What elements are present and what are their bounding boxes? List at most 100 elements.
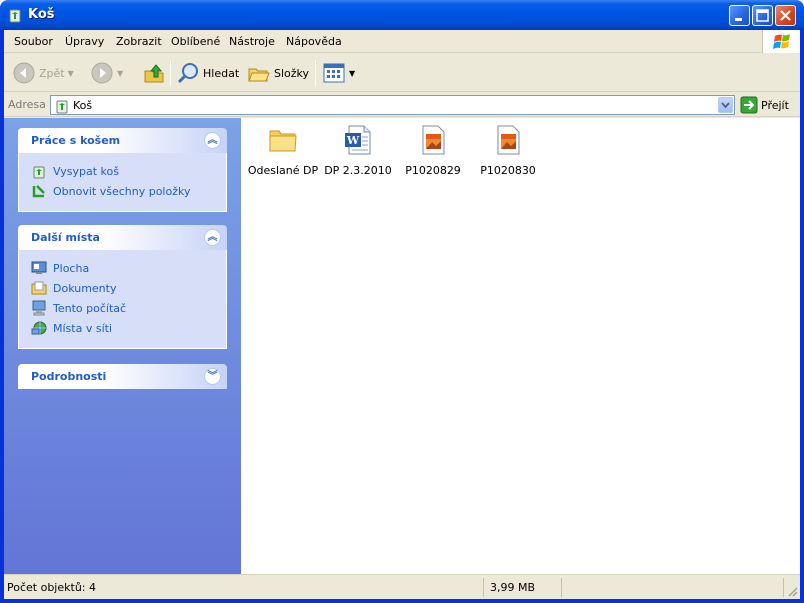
folder-up-icon xyxy=(144,64,164,83)
file-view[interactable]: Odeslané DP W DP 2.3.2010 P1020829 P1020… xyxy=(241,118,800,574)
minimize-icon xyxy=(735,18,742,21)
place-label: Plocha xyxy=(53,261,90,275)
views-icon xyxy=(323,63,345,83)
address-dropdown-button[interactable] xyxy=(718,97,733,113)
windows-flag-icon xyxy=(773,34,790,49)
back-arrow-icon xyxy=(13,62,35,84)
place-label: Tento počítač xyxy=(53,301,127,315)
status-bar: Počet objektů: 4 3,99 MB xyxy=(4,574,800,599)
task-label: Vysypat koš xyxy=(53,164,119,178)
forward-arrow-icon xyxy=(91,62,113,84)
close-button[interactable] xyxy=(775,5,796,26)
file-item[interactable]: P1020829 xyxy=(395,124,471,177)
search-button[interactable]: Hledat xyxy=(176,60,239,86)
forward-button[interactable]: ▼ xyxy=(90,60,123,86)
restore-icon xyxy=(32,185,45,198)
file-name: DP 2.3.2010 xyxy=(324,164,392,177)
file-name: P1020829 xyxy=(405,164,461,177)
task-empty-bin[interactable]: Vysypat koš xyxy=(31,161,226,181)
back-label: Zpět xyxy=(39,66,65,80)
panel-body: Vysypat koš Obnovit všechny položky xyxy=(18,153,227,212)
views-dropdown-icon[interactable]: ▼ xyxy=(349,69,355,78)
desktop-icon xyxy=(31,261,47,274)
windows-logo xyxy=(762,30,800,53)
collapse-icon[interactable]: ︽ xyxy=(204,132,221,149)
address-bar: Adresa Koš Přejít xyxy=(4,93,800,117)
file-item[interactable]: P1020830 xyxy=(470,124,546,177)
maximize-icon xyxy=(756,9,769,22)
recycle-bin-icon xyxy=(9,9,21,23)
menu-file[interactable]: Soubor xyxy=(14,35,53,48)
folders-label: Složky xyxy=(274,66,310,80)
menu-favorites[interactable]: Oblíbené xyxy=(171,35,220,48)
toolbar-separator xyxy=(170,60,171,86)
recycle-bin-icon xyxy=(56,100,68,114)
folders-icon xyxy=(248,68,270,82)
minimize-button[interactable] xyxy=(729,5,750,26)
go-button[interactable]: Přejít xyxy=(740,95,789,115)
collapse-icon[interactable]: ︽ xyxy=(204,229,221,246)
panel-header[interactable]: Další místa ︽ xyxy=(18,225,227,250)
folder-icon xyxy=(269,130,297,152)
file-name: Odeslané DP xyxy=(247,164,319,177)
forward-dropdown-icon[interactable]: ▼ xyxy=(117,69,123,78)
search-icon xyxy=(177,63,198,84)
resize-grip-icon[interactable] xyxy=(786,585,798,597)
window-title: Koš xyxy=(28,7,55,22)
panel-bin-tasks: Práce s košem ︽ Vysypat koš Obnovit všec… xyxy=(18,128,227,212)
menu-edit[interactable]: Úpravy xyxy=(65,35,104,48)
explorer-window: Koš Soubor Úpravy Zobrazit Oblíbené Nást… xyxy=(0,0,804,603)
menu-help[interactable]: Nápověda xyxy=(286,35,342,48)
computer-icon xyxy=(32,300,46,316)
object-count: Počet objektů: 4 xyxy=(7,581,96,594)
address-label: Adresa xyxy=(8,98,46,111)
back-dropdown-icon[interactable]: ▼ xyxy=(68,69,74,78)
panel-body: Plocha Dokumenty Tento počítač Místa v s… xyxy=(18,250,227,349)
file-item[interactable]: Odeslané DP xyxy=(245,124,321,177)
address-value: Koš xyxy=(73,99,93,112)
panel-title: Podrobnosti xyxy=(31,370,107,383)
panel-other-places: Další místa ︽ Plocha Dokumenty Tento poč… xyxy=(18,225,227,349)
search-label: Hledat xyxy=(203,66,240,80)
panel-title: Další místa xyxy=(31,231,100,244)
folders-button[interactable]: Složky xyxy=(247,60,309,86)
image-file-icon xyxy=(497,125,520,155)
menu-view[interactable]: Zobrazit xyxy=(116,35,162,48)
toolbar-separator xyxy=(315,60,316,86)
views-button[interactable]: ▼ xyxy=(322,60,355,86)
toolbar: Zpět ▼ ▼ Hledat Složky ▼ xyxy=(4,54,800,92)
maximize-button[interactable] xyxy=(752,5,773,26)
status-cell-size: 3,99 MB xyxy=(486,578,562,597)
place-label: Místa v síti xyxy=(53,321,112,335)
file-item[interactable]: W DP 2.3.2010 xyxy=(320,124,396,177)
place-desktop[interactable]: Plocha xyxy=(31,258,226,278)
place-my-computer[interactable]: Tento počítač xyxy=(31,298,226,318)
close-icon xyxy=(780,10,791,21)
title-bar[interactable]: Koš xyxy=(0,0,804,30)
chevron-down-icon xyxy=(721,102,730,109)
up-button[interactable] xyxy=(142,60,166,86)
file-name: P1020830 xyxy=(480,164,536,177)
svg-text:W: W xyxy=(346,134,360,147)
address-field[interactable]: Koš xyxy=(50,95,735,115)
panel-header[interactable]: Práce s košem ︽ xyxy=(18,128,227,153)
place-documents[interactable]: Dokumenty xyxy=(31,278,226,298)
expand-icon[interactable]: ︾ xyxy=(204,368,221,385)
network-icon xyxy=(31,321,47,335)
panel-header[interactable]: Podrobnosti ︾ xyxy=(18,364,227,389)
place-label: Dokumenty xyxy=(53,281,117,295)
menu-tools[interactable]: Nástroje xyxy=(229,35,275,48)
image-file-icon xyxy=(422,125,445,155)
total-size: 3,99 MB xyxy=(490,581,536,594)
menu-bar: Soubor Úpravy Zobrazit Oblíbené Nástroje… xyxy=(4,30,800,53)
panel-details: Podrobnosti ︾ xyxy=(18,364,227,389)
status-cell-count: Počet objektů: 4 xyxy=(4,578,484,597)
task-pane: Práce s košem ︽ Vysypat koš Obnovit všec… xyxy=(4,118,241,574)
word-document-icon: W xyxy=(345,125,371,155)
empty-bin-icon xyxy=(33,166,45,179)
task-restore-all[interactable]: Obnovit všechny položky xyxy=(31,181,226,201)
client-area: Soubor Úpravy Zobrazit Oblíbené Nástroje… xyxy=(4,30,800,599)
status-cell-zone xyxy=(564,578,784,597)
place-network[interactable]: Místa v síti xyxy=(31,318,226,338)
back-button[interactable]: Zpět ▼ xyxy=(12,60,74,86)
